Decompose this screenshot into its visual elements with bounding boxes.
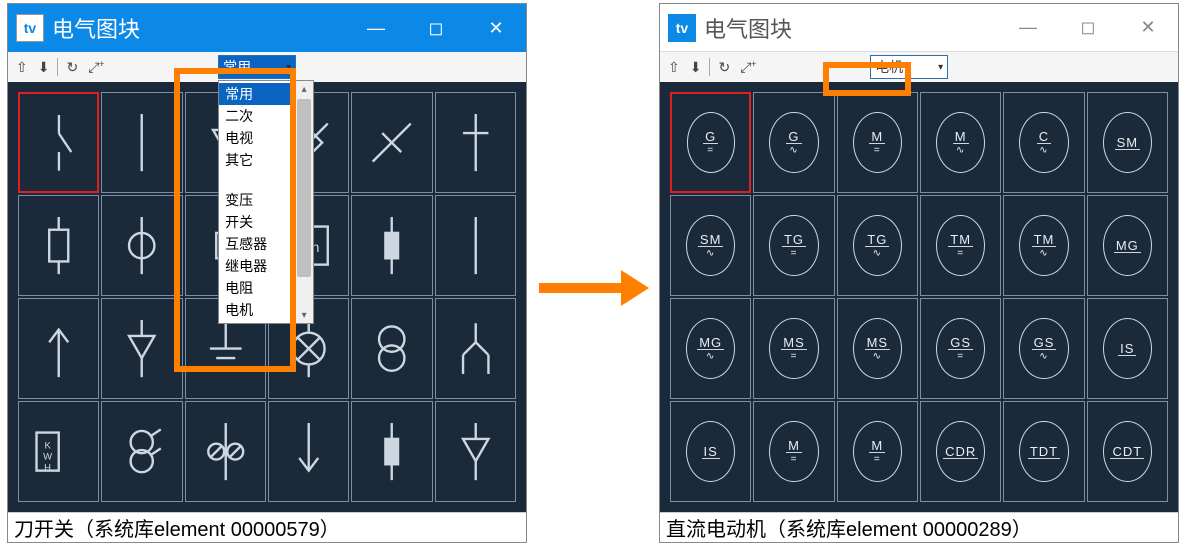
app-icon: tv	[16, 14, 44, 42]
symbol-cell-two-circles-slash[interactable]	[101, 401, 182, 502]
dropdown-option[interactable]: 继电器	[219, 255, 295, 277]
window-title: 电气图块	[704, 12, 998, 44]
motor-cell[interactable]: TG∿	[837, 195, 918, 296]
symbol-cell-line[interactable]	[435, 195, 516, 296]
app-icon: tv	[668, 14, 696, 42]
dropdown-list[interactable]: 常用二次电视其它 变压开关互感器继电器电阻电机 ▴ ▾	[218, 80, 314, 324]
separator	[57, 58, 58, 76]
svg-text:K: K	[44, 440, 51, 451]
close-button[interactable]: ✕	[1118, 4, 1178, 52]
refresh-icon[interactable]: ↻	[716, 59, 732, 76]
motor-cell[interactable]: MS∿	[837, 298, 918, 399]
titlebar[interactable]: tv 电气图块 — ◻ ✕	[660, 4, 1178, 52]
maximize-button[interactable]: ◻	[406, 4, 466, 52]
motor-cell[interactable]: MG	[1087, 195, 1168, 296]
separator	[709, 58, 710, 76]
scroll-down-icon[interactable]: ▾	[302, 307, 307, 323]
window-title: 电气图块	[52, 12, 346, 44]
motor-cell[interactable]: TM∿	[1003, 195, 1084, 296]
symbol-cell-fuse-slash[interactable]	[351, 92, 432, 193]
pin-icon[interactable]: ⇧	[666, 59, 682, 76]
motor-cell[interactable]: CDR	[920, 401, 1001, 502]
dropdown-option[interactable]: 其它	[219, 149, 295, 171]
motor-cell[interactable]: GS∿	[1003, 298, 1084, 399]
window-left: tv 电气图块 — ◻ ✕ ⇧ ⬇ ↻ ⤢⁺ 常用 ▾ 常用二次电视其它 变压开…	[7, 3, 527, 543]
zoom-icon[interactable]: ⤢⁺	[86, 59, 106, 76]
motor-cell[interactable]: M∿	[920, 92, 1001, 193]
symbol-cell-arrow-down[interactable]	[268, 401, 349, 502]
maximize-button[interactable]: ◻	[1058, 4, 1118, 52]
motor-cell[interactable]: M=	[837, 401, 918, 502]
pin-icon[interactable]: ⇧	[14, 59, 30, 76]
symbol-cell-diode[interactable]	[435, 92, 516, 193]
zoom-icon[interactable]: ⤢⁺	[738, 59, 758, 76]
symbol-cell-fork[interactable]	[435, 298, 516, 399]
symbol-grid: G=G∿M=M∿C∿SMSM∿TG=TG∿TM=TM∿MGMG∿MS=MS∿GS…	[660, 82, 1178, 512]
symbol-cell-circle-line[interactable]	[101, 195, 182, 296]
category-dropdown[interactable]: 电机 ▾	[870, 55, 948, 79]
dropdown-option[interactable]: 变压	[219, 189, 295, 211]
symbol-cell-switch-open[interactable]	[18, 92, 99, 193]
dropdown-selected: 常用	[223, 57, 251, 77]
down-icon[interactable]: ⬇	[36, 59, 52, 76]
dropdown-option[interactable]: 电阻	[219, 277, 295, 299]
symbol-cell-triangle-down[interactable]	[435, 401, 516, 502]
motor-cell[interactable]: MS=	[753, 298, 834, 399]
symbol-cell-two-circles[interactable]	[351, 298, 432, 399]
titlebar[interactable]: tv 电气图块 — ◻ ✕	[8, 4, 526, 52]
toolbar: ⇧ ⬇ ↻ ⤢⁺ 电机 ▾	[660, 52, 1178, 82]
motor-cell[interactable]: SM	[1087, 92, 1168, 193]
scrollbar[interactable]: ▴ ▾	[295, 81, 313, 323]
category-dropdown[interactable]: 常用 ▾ 常用二次电视其它 变压开关互感器继电器电阻电机 ▴ ▾	[218, 55, 296, 79]
dropdown-option[interactable]: 电机	[219, 299, 295, 321]
motor-cell[interactable]: M=	[753, 401, 834, 502]
dropdown-option[interactable]	[219, 171, 295, 189]
symbol-cell-line[interactable]	[101, 92, 182, 193]
svg-text:W: W	[43, 451, 52, 462]
scroll-thumb[interactable]	[297, 99, 311, 277]
motor-cell[interactable]: C∿	[1003, 92, 1084, 193]
symbol-cell-slash-lines[interactable]	[185, 401, 266, 502]
symbol-cell-fuse-vert[interactable]	[351, 401, 432, 502]
refresh-icon[interactable]: ↻	[64, 59, 80, 76]
symbol-cell-fuse-vert[interactable]	[351, 195, 432, 296]
motor-cell[interactable]: G=	[670, 92, 751, 193]
chevron-down-icon: ▾	[938, 62, 943, 73]
symbol-cell-kwh-meter[interactable]: KWH	[18, 401, 99, 502]
toolbar: ⇧ ⬇ ↻ ⤢⁺ 常用 ▾ 常用二次电视其它 变压开关互感器继电器电阻电机 ▴ …	[8, 52, 526, 82]
dropdown-selected: 电机	[875, 57, 903, 77]
minimize-button[interactable]: —	[998, 4, 1058, 52]
dropdown-option[interactable]: 电视	[219, 127, 295, 149]
statusbar: 刀开关（系统库element 00000579）	[8, 512, 526, 542]
dropdown-option[interactable]: 常用	[219, 83, 295, 105]
motor-cell[interactable]: TG=	[753, 195, 834, 296]
dropdown-option[interactable]: 开关	[219, 211, 295, 233]
dropdown-option[interactable]: 二次	[219, 105, 295, 127]
motor-cell[interactable]: SM∿	[670, 195, 751, 296]
motor-cell[interactable]: MG∿	[670, 298, 751, 399]
scroll-up-icon[interactable]: ▴	[302, 81, 307, 97]
symbol-cell-arrow-up[interactable]	[18, 298, 99, 399]
status-text: 刀开关（系统库element 00000579）	[14, 513, 340, 542]
motor-cell[interactable]: IS	[1087, 298, 1168, 399]
chevron-down-icon: ▾	[286, 62, 291, 73]
transition-arrow-icon	[539, 270, 649, 306]
close-button[interactable]: ✕	[466, 4, 526, 52]
motor-cell[interactable]: TDT	[1003, 401, 1084, 502]
status-text: 直流电动机（系统库element 00000289）	[666, 513, 1032, 542]
motor-cell[interactable]: IS	[670, 401, 751, 502]
motor-cell[interactable]: CDT	[1087, 401, 1168, 502]
motor-cell[interactable]: TM=	[920, 195, 1001, 296]
minimize-button[interactable]: —	[346, 4, 406, 52]
statusbar: 直流电动机（系统库element 00000289）	[660, 512, 1178, 542]
motor-cell[interactable]: GS=	[920, 298, 1001, 399]
symbol-cell-fuse-box[interactable]	[18, 195, 99, 296]
symbol-cell-triangle-down[interactable]	[101, 298, 182, 399]
dropdown-option[interactable]: 互感器	[219, 233, 295, 255]
motor-cell[interactable]: M=	[837, 92, 918, 193]
motor-cell[interactable]: G∿	[753, 92, 834, 193]
svg-text:H: H	[44, 463, 51, 474]
down-icon[interactable]: ⬇	[688, 59, 704, 76]
window-right: tv 电气图块 — ◻ ✕ ⇧ ⬇ ↻ ⤢⁺ 电机 ▾ G=G∿M=M∿C∿SM…	[659, 3, 1179, 543]
